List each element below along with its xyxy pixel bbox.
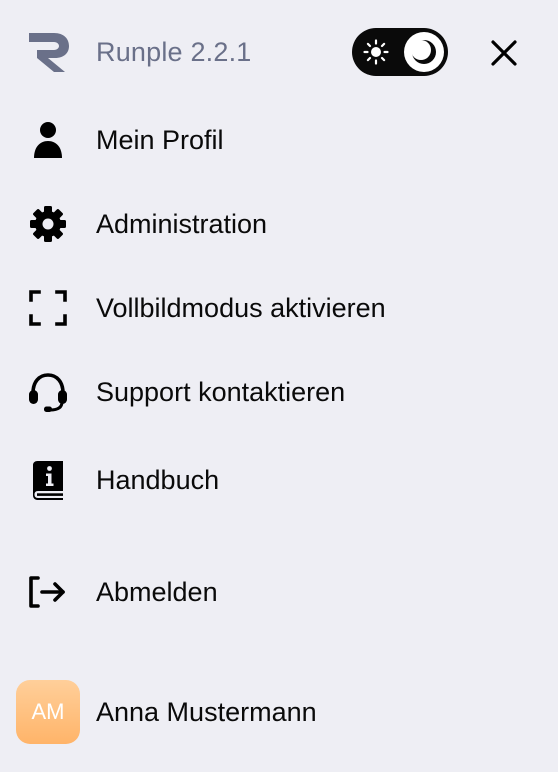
menu-item-administration[interactable]: Administration <box>0 192 558 256</box>
menu-item-my-profile[interactable]: Mein Profil <box>0 108 558 172</box>
menu-item-label: Administration <box>96 209 268 239</box>
menu-item-label: Mein Profil <box>96 125 224 155</box>
headset-icon <box>20 370 76 414</box>
user-icon <box>20 118 76 162</box>
logout-icon <box>20 570 76 614</box>
menu-item-label: Abmelden <box>96 577 218 607</box>
runple-logo-icon <box>27 31 71 73</box>
menu-item-support[interactable]: Support kontaktieren <box>0 360 558 424</box>
user-name: Anna Mustermann <box>96 697 317 727</box>
app-title: Runple 2.2.1 <box>96 37 252 67</box>
theme-toggle[interactable] <box>352 28 448 76</box>
menu-item-manual[interactable]: Handbuch <box>0 448 558 512</box>
moon-icon[interactable] <box>404 32 444 72</box>
menu-item-label: Handbuch <box>96 465 220 495</box>
menu-item-label: Vollbildmodus aktivieren <box>96 293 386 323</box>
manual-book-icon <box>20 458 76 502</box>
menu-item-logout[interactable]: Abmelden <box>0 560 558 624</box>
user-profile-row[interactable]: AM Anna Mustermann <box>0 680 558 744</box>
sun-icon[interactable] <box>362 38 390 66</box>
fullscreen-icon <box>20 286 76 330</box>
menu-item-label: Support kontaktieren <box>96 377 346 407</box>
menu-header: Runple 2.2.1 <box>0 0 558 104</box>
gear-icon <box>20 202 76 246</box>
avatar[interactable]: AM <box>16 680 80 744</box>
close-icon[interactable] <box>486 36 522 70</box>
menu-item-fullscreen[interactable]: Vollbildmodus aktivieren <box>0 276 558 340</box>
